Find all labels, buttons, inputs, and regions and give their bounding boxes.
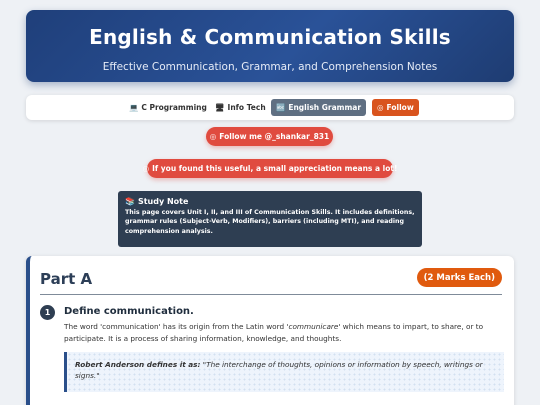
page-title: English & Communication Skills bbox=[89, 25, 451, 49]
question-answer: The word 'communication' has its origin … bbox=[64, 321, 504, 344]
nav-item-label: English Grammar bbox=[288, 103, 362, 112]
nav-item-info-tech[interactable]: 🖥 Info Tech bbox=[210, 99, 271, 116]
definition-quote: Robert Anderson defines it as: "The inte… bbox=[64, 352, 504, 392]
instagram-icon: ◎ bbox=[142, 164, 150, 173]
follow-instagram-pill[interactable]: ◎ Follow me @_shankar_831 bbox=[206, 127, 333, 146]
page-subtitle: Effective Communication, Grammar, and Co… bbox=[102, 61, 438, 73]
follow-button[interactable]: ◎ Follow bbox=[372, 99, 419, 116]
pill-label: Follow me @_shankar_831 bbox=[219, 132, 330, 141]
pill-label: If you found this useful, a small apprec… bbox=[152, 164, 398, 173]
divider bbox=[40, 294, 502, 295]
study-note: 📚 Study Note This page covers Unit I, II… bbox=[118, 191, 422, 247]
study-note-heading: Study Note bbox=[137, 197, 189, 206]
follow-button-label: Follow bbox=[386, 103, 414, 112]
part-a-card: Part A (2 Marks Each) 1 Define communica… bbox=[26, 256, 514, 405]
nav-item-label: C Programming bbox=[141, 103, 207, 112]
monitor-icon: 🖥 bbox=[215, 103, 225, 112]
study-note-text: This page covers Unit I, II, and III of … bbox=[125, 209, 415, 235]
page-header: English & Communication Skills Effective… bbox=[26, 10, 514, 82]
question-number-badge: 1 bbox=[40, 305, 55, 320]
question-title: Define communication. bbox=[64, 306, 194, 317]
nav-item-c-programming[interactable]: 💻 C Programming bbox=[124, 99, 212, 116]
answer-text: The word 'communication' has its origin … bbox=[64, 322, 287, 331]
nav-item-english-grammar[interactable]: 🔤 English Grammar bbox=[271, 99, 367, 116]
instagram-icon: ◎ bbox=[209, 132, 217, 141]
page: English & Communication Skills Effective… bbox=[0, 0, 540, 405]
appreciation-pill[interactable]: ◎ If you found this useful, a small appr… bbox=[143, 159, 397, 178]
latin-term: 'communicare' bbox=[286, 322, 341, 331]
marks-badge: (2 Marks Each) bbox=[416, 268, 502, 287]
section-title: Part A bbox=[40, 270, 93, 288]
study-note-title: 📚 Study Note bbox=[125, 197, 415, 206]
books-icon: 📚 bbox=[125, 197, 135, 206]
laptop-icon: 💻 bbox=[129, 103, 139, 112]
instagram-icon: ◎ bbox=[377, 103, 384, 112]
quote-author: Robert Anderson defines it as: bbox=[75, 360, 201, 369]
nav-item-label: Info Tech bbox=[227, 103, 266, 112]
top-nav: 💻 C Programming 🖥 Info Tech 🔤 English Gr… bbox=[26, 95, 514, 120]
abc-icon: 🔤 bbox=[276, 103, 286, 112]
